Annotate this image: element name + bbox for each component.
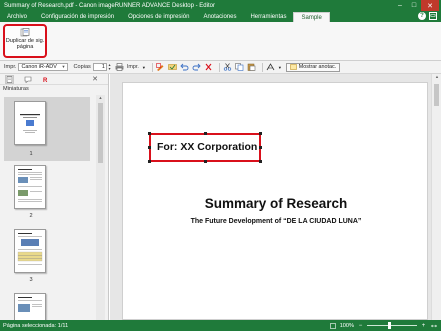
thumbnails-header: Miniaturas: [3, 86, 29, 92]
quick-toolbar: Impr. Canon iR-ADV ▼ Copias 1 ▲ ▼ Impr. ▼…: [0, 61, 441, 74]
resize-handle[interactable]: [259, 132, 262, 135]
printer-value: Canon iR-ADV: [21, 64, 57, 70]
toolbar-divider: [261, 62, 263, 72]
minimize-button[interactable]: –: [393, 0, 407, 11]
window-controls: – □ ✕: [393, 0, 439, 11]
page-thumbnail-image: [14, 165, 46, 209]
duplicate-page-icon: [20, 28, 30, 37]
page-number: 2: [29, 213, 33, 219]
tab-herramientas[interactable]: Herramientas: [243, 12, 293, 22]
document-scrollbar[interactable]: ▲: [431, 74, 441, 320]
text-color-icon[interactable]: [266, 63, 276, 72]
thumbnail-page-4[interactable]: [4, 291, 90, 320]
page-thumbnail-image: [14, 293, 46, 320]
scroll-up-icon[interactable]: ▲: [96, 95, 105, 100]
duplicate-next-page-button[interactable]: Duplicar de sig. página: [3, 24, 47, 58]
page-thumbnail-image: [14, 101, 46, 145]
panel-tabs: R ✕: [0, 74, 108, 85]
thumbnail-page-1[interactable]: 1: [4, 97, 90, 161]
thumbnail-scrollbar[interactable]: ▲: [96, 95, 105, 320]
thumbnail-list: 1 2 3: [0, 95, 95, 320]
resize-handle[interactable]: [204, 132, 207, 135]
tab-archivo[interactable]: Archivo: [0, 12, 34, 22]
ribbon-right-icons: ? ▭: [418, 12, 437, 20]
toolbar-divider: [151, 62, 153, 72]
copy-icon[interactable]: [235, 63, 245, 72]
resize-handle[interactable]: [148, 132, 151, 135]
window-title: Summary of Research.pdf - Canon imageRUN…: [4, 2, 215, 9]
zoom-level: 100%: [339, 322, 354, 329]
thumbnail-page-3[interactable]: 3: [4, 227, 90, 289]
tab-sample[interactable]: Sample: [293, 12, 330, 22]
title-bar: Summary of Research.pdf - Canon imageRUN…: [0, 0, 441, 11]
copies-label: Copias: [73, 64, 91, 70]
printer-label: Impr.: [4, 64, 17, 70]
zoom-slider-knob[interactable]: [388, 322, 392, 329]
close-button[interactable]: ✕: [421, 0, 439, 11]
page-number: 1: [29, 151, 33, 157]
ribbon-tab-bar: Archivo Configuración de impresión Opcio…: [0, 11, 441, 22]
scroll-up-icon[interactable]: ▲: [432, 74, 441, 79]
chevron-down-icon: ▼: [61, 64, 66, 69]
document-title: Summary of Research: [204, 196, 348, 211]
cut-icon[interactable]: [223, 63, 233, 72]
fit-width-icon[interactable]: [430, 322, 437, 329]
zoom-in-icon[interactable]: +: [420, 322, 427, 329]
bookmarks-tab-icon[interactable]: R: [41, 75, 50, 84]
annotation-pen-icon[interactable]: [156, 63, 166, 72]
scrollbar-thumb[interactable]: [98, 103, 103, 163]
toolbar-divider: [218, 62, 220, 72]
scrollbar-thumb[interactable]: [434, 84, 439, 106]
printer-select[interactable]: Canon iR-ADV ▼: [18, 63, 69, 71]
restore-ribbon-icon[interactable]: ▭: [429, 12, 437, 20]
document-view: For: XX Corporation Summary of Research …: [110, 74, 441, 320]
svg-text:R: R: [43, 78, 48, 83]
help-icon[interactable]: ?: [418, 12, 426, 20]
thumbnail-page-2[interactable]: 2: [4, 163, 90, 225]
text-annotation-box[interactable]: For: XX Corporation: [148, 132, 262, 163]
tab-anotaciones[interactable]: Anotaciones: [196, 12, 243, 22]
fit-page-icon[interactable]: [330, 322, 337, 329]
undo-icon[interactable]: [180, 63, 190, 72]
duplicate-button-label-2: página: [16, 44, 34, 50]
annotation-text: For: XX Corporation: [157, 141, 258, 153]
redo-icon[interactable]: [192, 63, 202, 72]
thumbnail-panel: R ✕ Miniaturas 1 2 3 ▲: [0, 74, 109, 320]
tab-opciones-impresion[interactable]: Opciones de impresión: [121, 12, 196, 22]
status-bar: Página seleccionada: 1/11 100% − +: [0, 320, 441, 331]
resize-handle[interactable]: [148, 160, 151, 163]
tab-configuracion-impresion[interactable]: Configuración de impresión: [34, 12, 121, 22]
text-color-dropdown-icon[interactable]: ▼: [278, 65, 282, 70]
page-number: 3: [29, 277, 33, 283]
paste-icon[interactable]: [247, 63, 257, 72]
page-thumbnail-image: [14, 229, 46, 273]
close-panel-icon[interactable]: ✕: [92, 75, 98, 83]
zoom-controls: 100% − +: [330, 320, 437, 331]
thumbnails-tab-icon[interactable]: [5, 74, 14, 84]
resize-handle[interactable]: [204, 160, 207, 163]
maximize-button[interactable]: □: [407, 0, 421, 11]
resize-handle[interactable]: [259, 146, 262, 149]
copies-input[interactable]: 1: [92, 63, 107, 71]
delete-icon[interactable]: [204, 63, 214, 72]
ribbon-panel: Duplicar de sig. página: [0, 22, 441, 61]
annotation-icon: [290, 64, 297, 70]
show-annotations-button[interactable]: Mostrar anotac.: [285, 62, 341, 72]
resize-handle[interactable]: [259, 160, 262, 163]
print-icon[interactable]: [115, 63, 125, 72]
copies-stepper[interactable]: ▲ ▼: [108, 63, 112, 71]
text-stamp-icon[interactable]: [168, 63, 178, 72]
selected-page-status: Página seleccionada: 1/11: [3, 322, 69, 329]
zoom-out-icon[interactable]: −: [357, 322, 364, 329]
comments-tab-icon[interactable]: [23, 75, 32, 84]
print-label[interactable]: Impr.: [127, 64, 139, 70]
print-dropdown-icon[interactable]: ▼: [142, 65, 146, 70]
zoom-slider[interactable]: [367, 322, 417, 329]
document-page: For: XX Corporation Summary of Research …: [122, 82, 428, 320]
resize-handle[interactable]: [148, 146, 151, 149]
document-subtitle: The Future Development of “DE LA CIUDAD …: [190, 218, 362, 225]
show-annotations-label: Mostrar anotac.: [298, 63, 337, 70]
